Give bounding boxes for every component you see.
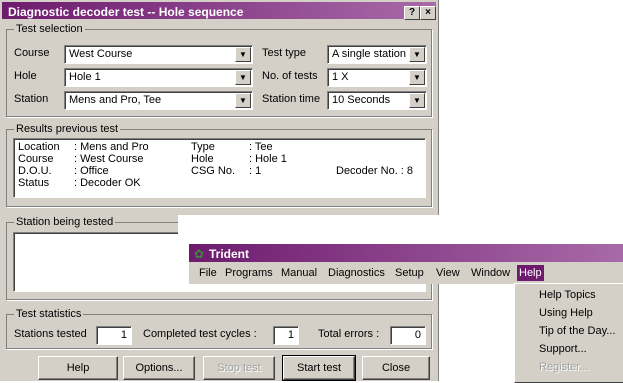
tip-of-day-item[interactable]: Tip of the Day... bbox=[539, 325, 615, 337]
type-label: Type bbox=[191, 141, 215, 153]
errors-field: 0 bbox=[390, 326, 426, 345]
menu-programs[interactable]: Programs bbox=[223, 265, 275, 281]
csg-label: CSG No. bbox=[191, 165, 236, 177]
menu-setup[interactable]: Setup bbox=[393, 265, 426, 281]
help-dropdown: Help Topics Using Help Tip of the Day...… bbox=[514, 283, 623, 383]
test-selection-label: Test selection bbox=[14, 23, 85, 35]
chevron-down-icon[interactable]: ▼ bbox=[409, 47, 425, 62]
type-value: : Tee bbox=[249, 141, 273, 153]
help-topics-item[interactable]: Help Topics bbox=[539, 289, 596, 301]
support-item[interactable]: Support... bbox=[539, 343, 587, 355]
csg-value: : 1 bbox=[249, 165, 262, 177]
station-select-value: Mens and Pro, Tee bbox=[69, 94, 162, 106]
help-button[interactable]: Help bbox=[38, 356, 118, 380]
test-type-value: A single station bbox=[332, 48, 406, 60]
chevron-down-icon[interactable]: ▼ bbox=[235, 70, 251, 85]
errors-value: 0 bbox=[414, 329, 421, 341]
hole-label: Hole bbox=[14, 70, 37, 82]
help-question-button[interactable]: ? bbox=[404, 6, 420, 20]
course-label: Course bbox=[14, 47, 50, 59]
no-tests-value: 1 X bbox=[332, 71, 349, 83]
cycles-label: Completed test cycles : bbox=[143, 328, 257, 340]
diagnostic-dialog: Diagnostic decoder test -- Hole sequence… bbox=[0, 0, 439, 381]
stations-tested-field: 1 bbox=[96, 326, 132, 345]
stations-tested-value: 1 bbox=[120, 329, 127, 341]
test-type-select[interactable]: A single station ▼ bbox=[327, 45, 427, 64]
dialog-titlebar: Diagnostic decoder test -- Hole sequence… bbox=[2, 2, 436, 20]
stations-tested-label: Stations tested bbox=[14, 328, 87, 340]
chevron-down-icon[interactable]: ▼ bbox=[235, 93, 251, 108]
using-help-item[interactable]: Using Help bbox=[539, 307, 593, 319]
status-label: Status bbox=[18, 177, 50, 189]
cycles-field: 1 bbox=[273, 326, 299, 345]
station-label: Station bbox=[14, 93, 49, 105]
station-time-value: 10 Seconds bbox=[332, 94, 391, 106]
trident-window: ✿ Trident File Programs Manual Diagnosti… bbox=[189, 244, 623, 284]
menu-file[interactable]: File bbox=[197, 265, 219, 281]
errors-label: Total errors : bbox=[318, 328, 380, 340]
chevron-down-icon[interactable]: ▼ bbox=[235, 47, 251, 62]
menu-help[interactable]: Help bbox=[517, 265, 544, 281]
no-tests-select[interactable]: 1 X ▼ bbox=[327, 68, 427, 87]
hole-select-value: Hole 1 bbox=[69, 71, 101, 83]
status-value: : Decoder OK bbox=[74, 177, 141, 189]
close-icon[interactable]: × bbox=[420, 6, 436, 20]
results-hole-value: : Hole 1 bbox=[249, 153, 287, 165]
location-value: : Mens and Pro bbox=[74, 141, 149, 153]
chevron-down-icon[interactable]: ▼ bbox=[409, 93, 425, 108]
menu-view[interactable]: View bbox=[434, 265, 462, 281]
no-tests-label: No. of tests bbox=[262, 70, 318, 82]
results-course-label: Course bbox=[18, 153, 54, 165]
stop-test-button[interactable]: Stop test bbox=[203, 356, 275, 380]
location-label: Location bbox=[18, 141, 60, 153]
results-label: Results previous test bbox=[14, 123, 121, 135]
start-test-button[interactable]: Start test bbox=[282, 355, 356, 381]
decoder-no: Decoder No. : 8 bbox=[336, 165, 414, 177]
dou-label: D.O.U. bbox=[18, 165, 52, 177]
station-time-select[interactable]: 10 Seconds ▼ bbox=[327, 91, 427, 110]
close-button[interactable]: Close bbox=[362, 356, 430, 380]
dou-value: : Office bbox=[74, 165, 109, 177]
register-item[interactable]: Register... bbox=[539, 361, 589, 373]
trident-backdrop bbox=[178, 215, 623, 244]
trident-logo-icon: ✿ bbox=[194, 247, 205, 261]
trident-title: Trident bbox=[209, 247, 250, 261]
menu-diagnostics[interactable]: Diagnostics bbox=[326, 265, 387, 281]
station-tested-label: Station being tested bbox=[14, 216, 116, 228]
results-hole-label: Hole bbox=[191, 153, 214, 165]
test-type-label: Test type bbox=[262, 47, 307, 59]
menu-manual[interactable]: Manual bbox=[279, 265, 319, 281]
chevron-down-icon[interactable]: ▼ bbox=[409, 70, 425, 85]
trident-titlebar: ✿ Trident bbox=[189, 244, 623, 262]
dialog-title: Diagnostic decoder test -- Hole sequence bbox=[8, 5, 244, 19]
menu-window[interactable]: Window bbox=[469, 265, 512, 281]
station-time-label: Station time bbox=[262, 93, 321, 105]
station-select[interactable]: Mens and Pro, Tee ▼ bbox=[64, 91, 253, 110]
cycles-value: 1 bbox=[287, 329, 294, 341]
statistics-label: Test statistics bbox=[14, 308, 84, 320]
options-button[interactable]: Options... bbox=[123, 356, 195, 380]
results-course-value: : West Course bbox=[74, 153, 144, 165]
hole-select[interactable]: Hole 1 ▼ bbox=[64, 68, 253, 87]
course-select-value: West Course bbox=[69, 48, 133, 60]
course-select[interactable]: West Course ▼ bbox=[64, 45, 253, 64]
